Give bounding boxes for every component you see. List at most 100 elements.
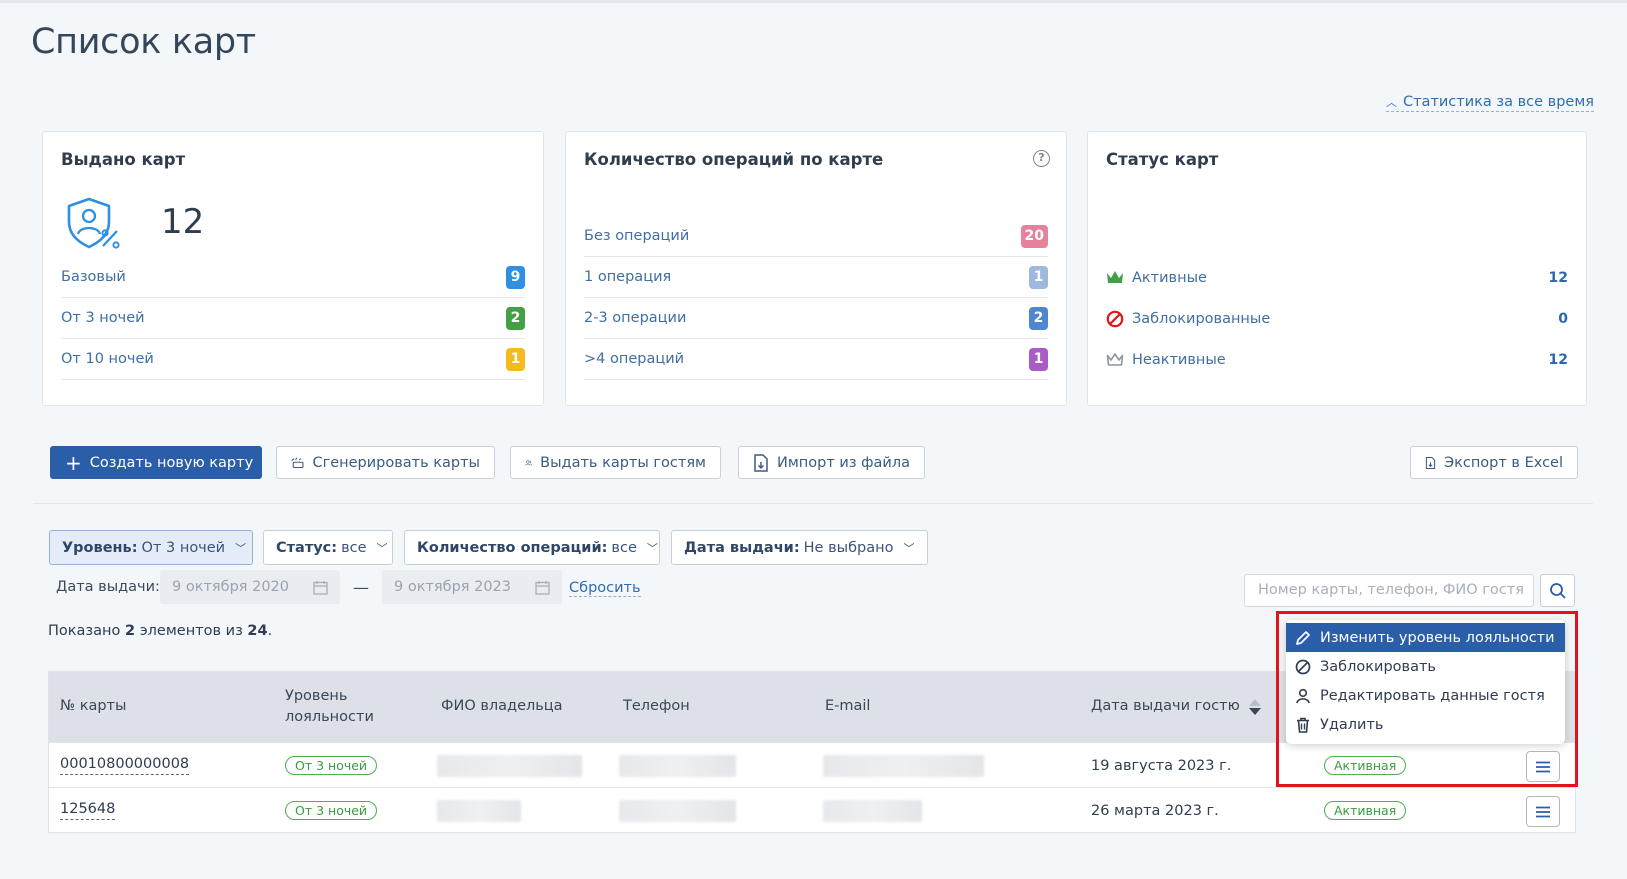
level-pill: От 3 ночей — [285, 756, 378, 775]
block-icon — [1295, 659, 1311, 674]
col-email[interactable]: E-mail — [825, 672, 870, 742]
chevron-down-icon: ﹀ — [376, 541, 388, 555]
create-card-label: Создать новую карту — [89, 454, 254, 471]
trash-icon — [1297, 717, 1309, 733]
page-title: Список карт — [31, 22, 256, 62]
row-actions-button[interactable] — [1526, 751, 1560, 782]
issued-row-basic[interactable]: Базовый 9 — [61, 257, 525, 298]
chevron-up-icon: ︿ — [1385, 96, 1397, 109]
menu-icon — [1536, 761, 1550, 772]
date-from-input[interactable]: 9 октября 2020 — [160, 570, 340, 604]
status-row-blocked[interactable]: Заблокированные 0 — [1106, 298, 1568, 339]
generate-icon — [291, 456, 304, 468]
ops-row-label: 2-3 операции — [584, 310, 687, 326]
status-row-label: Неактивные — [1132, 351, 1226, 368]
shield-discount-icon — [67, 197, 120, 249]
col-phone[interactable]: Телефон — [623, 672, 690, 742]
ops-row-badge: 20 — [1020, 224, 1048, 248]
import-file-icon — [754, 453, 768, 472]
issue-cards-button[interactable]: Выдать карты гостям — [510, 446, 721, 479]
menu-item-edit-guest[interactable]: Редактировать данные гостя — [1286, 681, 1565, 710]
crown-outline-icon — [1106, 353, 1124, 366]
ops-row-label: Без операций — [584, 228, 690, 244]
sort-icon — [1248, 699, 1261, 715]
issued-row-3-nights[interactable]: От 3 ночей 2 — [61, 298, 525, 339]
filter-operations-value: все — [611, 539, 637, 556]
help-icon[interactable]: ? — [1033, 150, 1050, 167]
ops-row-four-plus[interactable]: >4 операций 1 — [584, 339, 1048, 380]
issued-row-label: От 10 ночей — [61, 351, 154, 367]
issued-cards-title: Выдано карт — [61, 150, 186, 169]
issued-total: 12 — [161, 202, 205, 242]
filter-level-value: От 3 ночей — [141, 539, 226, 556]
create-card-button[interactable]: + Создать новую карту — [50, 446, 262, 479]
level-pill: От 3 ночей — [285, 801, 378, 820]
calendar-icon — [313, 580, 328, 595]
generate-cards-button[interactable]: Сгенерировать карты — [276, 446, 495, 479]
card-number-link[interactable]: 125648 — [60, 801, 116, 820]
issued-row-badge: 9 — [506, 265, 525, 289]
ops-row-one[interactable]: 1 операция 1 — [584, 257, 1048, 298]
filter-status-value: все — [341, 539, 367, 556]
status-pill: Активная — [1324, 756, 1407, 775]
pencil-icon — [1296, 630, 1310, 645]
row-actions-button[interactable] — [1526, 796, 1560, 827]
search-icon — [1549, 582, 1566, 599]
filter-operations[interactable]: Количество операций: все ﹀ — [404, 530, 660, 565]
filter-level[interactable]: Уровень: От 3 ночей ﹀ — [49, 530, 253, 565]
date-to-input[interactable]: 9 октября 2023 — [382, 570, 562, 604]
results-summary: Показано 2 элементов из 24. — [48, 623, 273, 639]
filter-status[interactable]: Статус: все ﹀ — [263, 530, 393, 565]
calendar-icon — [535, 580, 550, 595]
date-range-label: Дата выдачи: — [56, 579, 160, 595]
col-issue-date[interactable]: Дата выдачи гостю — [1091, 672, 1262, 742]
ops-row-badge: 2 — [1029, 306, 1048, 330]
filter-issue-date[interactable]: Дата выдачи: Не выбрано ﹀ — [671, 530, 928, 565]
phone-redacted — [619, 799, 736, 822]
import-file-button[interactable]: Импорт из файла — [738, 446, 925, 479]
table-row[interactable]: 00010800000008 От 3 ночей 19 августа 202… — [49, 742, 1575, 787]
status-title: Статус карт — [1106, 150, 1219, 169]
menu-item-change-level[interactable]: Изменить уровень лояльности — [1286, 623, 1565, 652]
chevron-down-icon: ﹀ — [646, 541, 658, 555]
issued-cards-panel: Выдано карт 12 Базовый 9 От 3 ночей 2 От… — [42, 131, 544, 406]
col-card-number[interactable]: № карты — [60, 672, 126, 742]
filter-issue-date-value: Не выбрано — [803, 539, 894, 556]
menu-item-block[interactable]: Заблокировать — [1286, 652, 1565, 681]
chevron-down-icon: ﹀ — [235, 541, 247, 555]
status-row-label: Активные — [1132, 269, 1207, 286]
users-icon — [525, 459, 532, 466]
ops-row-two-three[interactable]: 2-3 операции 2 — [584, 298, 1048, 339]
issued-row-badge: 2 — [506, 306, 525, 330]
status-row-active[interactable]: Активные 12 — [1106, 257, 1568, 298]
owner-redacted — [437, 799, 521, 822]
ops-row-badge: 1 — [1029, 347, 1048, 371]
import-file-label: Импорт из файла — [777, 454, 910, 471]
status-row-label: Заблокированные — [1132, 310, 1271, 327]
ops-row-label: 1 операция — [584, 269, 672, 285]
issued-row-10-nights[interactable]: От 10 ночей 1 — [61, 339, 525, 380]
search-input[interactable]: Номер карты, телефон, ФИО гостя — [1244, 574, 1534, 607]
ops-row-none[interactable]: Без операций 20 — [584, 216, 1048, 257]
reset-dates-link[interactable]: Сбросить — [569, 580, 641, 597]
section-divider — [33, 503, 1593, 504]
issued-row-label: От 3 ночей — [61, 310, 145, 326]
ops-row-label: >4 операций — [584, 351, 685, 367]
ops-row-badge: 1 — [1029, 265, 1048, 289]
table-row[interactable]: 125648 От 3 ночей 26 марта 2023 г. Актив… — [49, 787, 1575, 832]
status-row-inactive[interactable]: Неактивные 12 — [1106, 339, 1568, 380]
date-range-separator: — — [353, 578, 369, 597]
card-number-link[interactable]: 00010800000008 — [60, 756, 190, 775]
col-loyalty-level[interactable]: Уровень лояльности — [285, 672, 374, 742]
chevron-down-icon: ﹀ — [903, 541, 915, 555]
search-button[interactable] — [1540, 574, 1575, 607]
issue-date-cell: 19 августа 2023 г. — [1091, 757, 1232, 774]
date-to-value: 9 октября 2023 — [394, 579, 512, 595]
menu-item-delete[interactable]: Удалить — [1286, 710, 1565, 739]
date-from-value: 9 октября 2020 — [172, 579, 290, 595]
col-owner[interactable]: ФИО владельца — [441, 672, 563, 742]
filter-level-label: Уровень: — [62, 539, 138, 556]
export-excel-button[interactable]: Экспорт в Excel — [1410, 446, 1578, 479]
card-status-panel: Статус карт Активные 12 Заблокированные … — [1087, 131, 1587, 406]
stats-all-time-link[interactable]: ︿ Статистика за все время — [1385, 94, 1594, 112]
